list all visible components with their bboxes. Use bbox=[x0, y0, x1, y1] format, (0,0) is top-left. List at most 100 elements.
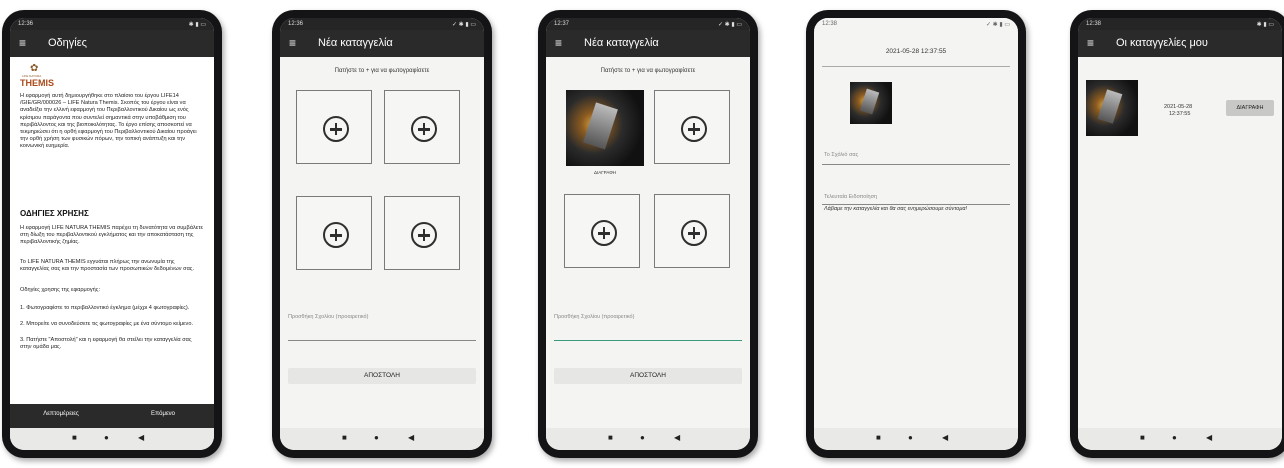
screen: 12:38 ✓ ✱ ▮ ▭ 2021-05-28 12:37:55 Το Σχό… bbox=[814, 18, 1018, 450]
back-icon[interactable]: ◀ bbox=[942, 433, 948, 442]
photo-hint: Πατήστε το + για να φωτογραφίσετε bbox=[600, 68, 696, 74]
back-icon[interactable]: ◀ bbox=[674, 433, 680, 442]
content: ✿ LIFE NATURA THEMIS Η εφαρμογή αυτή δημ… bbox=[10, 57, 214, 428]
nav-bar: ■ ● ◀ bbox=[814, 428, 1018, 450]
page-title: Οι καταγγελίες μου bbox=[1116, 37, 1208, 49]
app-bar: ≡ Οι καταγγελίες μου bbox=[1078, 30, 1282, 57]
back-icon[interactable]: ◀ bbox=[138, 433, 144, 442]
photo-slot[interactable] bbox=[296, 196, 372, 270]
step: 2. Μπορείτε να συνοδεύσετε τις φωτογραφί… bbox=[20, 321, 194, 327]
home-icon[interactable]: ● bbox=[374, 433, 379, 442]
bottom-buttons: Λεπτομέρειες Επόμενο bbox=[10, 404, 214, 428]
plus-icon bbox=[411, 116, 437, 142]
last-update-underline bbox=[822, 204, 1010, 205]
status-time: 12:38 bbox=[1086, 21, 1102, 27]
nav-bar: ■ ● ◀ bbox=[1078, 428, 1282, 450]
logo: ✿ LIFE NATURA THEMIS bbox=[20, 63, 80, 88]
screen: 12:36 ✱ ▮ ▭ ≡ Οδηγίες ✿ LIFE NATURA THEM… bbox=[10, 18, 214, 450]
last-update-label: Τελευταία Ειδοποίηση bbox=[824, 194, 878, 200]
nav-bar: ■ ● ◀ bbox=[546, 428, 750, 450]
report-photo[interactable] bbox=[850, 82, 892, 124]
intro-text: Η εφαρμογή αυτή δημιουργήθηκε στο πλαίσι… bbox=[20, 93, 197, 150]
comment-label: Το Σχόλιό σας bbox=[824, 152, 859, 158]
paragraph: Η εφαρμογή LIFE NATURA THEMIS παρέχει τη… bbox=[20, 225, 203, 246]
screen: 12:38 ✱ ▮ ▭ ≡ Οι καταγγελίες μου 2021-05… bbox=[1078, 18, 1282, 450]
divider bbox=[822, 66, 1010, 67]
screen: 12:37 ✓ ✱ ▮ ▭ ≡ Νέα καταγγελία Πατήστε τ… bbox=[546, 18, 750, 450]
page-title: Νέα καταγγελία bbox=[584, 37, 659, 49]
details-button[interactable]: Λεπτομέρειες bbox=[10, 411, 112, 417]
menu-icon[interactable]: ≡ bbox=[1087, 36, 1094, 50]
recent-apps-icon[interactable]: ■ bbox=[608, 433, 613, 442]
status-time: 12:36 bbox=[18, 21, 34, 27]
photo-thumbnail[interactable] bbox=[566, 90, 644, 166]
photo-slot[interactable] bbox=[654, 194, 730, 268]
report-list-item[interactable]: 2021-05-28 12:37:55 ΔΙΑΓΡΑΦΗ bbox=[1078, 70, 1282, 140]
phone-my-reports: 12:38 ✱ ▮ ▭ ≡ Οι καταγγελίες μου 2021-05… bbox=[1070, 10, 1284, 458]
paragraph: Το LIFE NATURA THEMIS εγγυάται πλήρως τη… bbox=[20, 259, 195, 273]
home-icon[interactable]: ● bbox=[1172, 433, 1177, 442]
app-bar: ≡ Νέα καταγγελία bbox=[546, 30, 750, 57]
logo-text: THEMIS bbox=[20, 78, 55, 88]
photo-slot[interactable] bbox=[564, 194, 640, 268]
report-datetime: 2021-05-28 12:37:55 bbox=[885, 48, 947, 55]
plus-icon bbox=[323, 222, 349, 248]
back-icon[interactable]: ◀ bbox=[408, 433, 414, 442]
plus-icon bbox=[323, 116, 349, 142]
app-bar: ≡ Νέα καταγγελία bbox=[280, 30, 484, 57]
recent-apps-icon[interactable]: ■ bbox=[72, 433, 77, 442]
menu-icon[interactable]: ≡ bbox=[555, 36, 562, 50]
photo-slot[interactable] bbox=[296, 90, 372, 164]
status-bar: 12:36 ✓ ✱ ▮ ▭ bbox=[280, 18, 484, 30]
app-bar: ≡ Οδηγίες bbox=[10, 30, 214, 57]
send-button[interactable]: ΑΠΟΣΤΟΛΗ bbox=[554, 368, 742, 384]
photo-slot[interactable] bbox=[384, 90, 460, 164]
status-icons: ✓ ✱ ▮ ▭ bbox=[985, 22, 1010, 28]
recent-apps-icon[interactable]: ■ bbox=[342, 433, 347, 442]
comment-input[interactable]: Προσθήκη Σχολίου (προαιρετικό) bbox=[288, 314, 368, 320]
photo-slot[interactable] bbox=[384, 196, 460, 270]
report-date: 2021-05-28 bbox=[1164, 104, 1193, 110]
status-bar: 12:38 ✱ ▮ ▭ bbox=[1078, 18, 1282, 30]
comment-underline bbox=[554, 340, 742, 341]
comment-input[interactable]: Προσθήκη Σχολίου (προαιρετικό) bbox=[554, 314, 634, 320]
next-button[interactable]: Επόμενο bbox=[112, 411, 214, 417]
report-time: 12:37:55 bbox=[1169, 111, 1191, 117]
status-icons: ✱ ▮ ▭ bbox=[188, 22, 206, 28]
menu-icon[interactable]: ≡ bbox=[19, 36, 26, 50]
home-icon[interactable]: ● bbox=[104, 433, 109, 442]
status-time: 12:36 bbox=[288, 21, 304, 27]
recent-apps-icon[interactable]: ■ bbox=[1140, 433, 1145, 442]
recent-apps-icon[interactable]: ■ bbox=[876, 433, 881, 442]
photo-slot[interactable] bbox=[654, 90, 730, 164]
deer-icon: ✿ bbox=[30, 63, 39, 74]
last-update-text: Λάβαμε την καταγγελία και θα σας ενημερώ… bbox=[824, 206, 967, 212]
phone-instructions: 12:36 ✱ ▮ ▭ ≡ Οδηγίες ✿ LIFE NATURA THEM… bbox=[2, 10, 222, 458]
status-icons: ✓ ✱ ▮ ▭ bbox=[451, 22, 476, 28]
comment-underline bbox=[288, 340, 476, 341]
report-thumbnail bbox=[1086, 80, 1138, 136]
screen: 12:36 ✓ ✱ ▮ ▭ ≡ Νέα καταγγελία Πατήστε τ… bbox=[280, 18, 484, 450]
home-icon[interactable]: ● bbox=[908, 433, 913, 442]
status-icons: ✓ ✱ ▮ ▭ bbox=[717, 22, 742, 28]
send-button[interactable]: ΑΠΟΣΤΟΛΗ bbox=[288, 368, 476, 384]
menu-icon[interactable]: ≡ bbox=[289, 36, 296, 50]
delete-photo-link[interactable]: ΔΙΑΓΡΑΦΗ bbox=[566, 170, 644, 175]
plus-icon bbox=[591, 220, 617, 246]
delete-button[interactable]: ΔΙΑΓΡΑΦΗ bbox=[1226, 100, 1274, 116]
phone-new-report-with-photo: 12:37 ✓ ✱ ▮ ▭ ≡ Νέα καταγγελία Πατήστε τ… bbox=[538, 10, 758, 458]
step: 1. Φωτογραφίστε το περιβαλλοντικό έγκλημ… bbox=[20, 305, 190, 311]
phone-new-report: 12:36 ✓ ✱ ▮ ▭ ≡ Νέα καταγγελία Πατήστε τ… bbox=[272, 10, 492, 458]
status-bar: 12:37 ✓ ✱ ▮ ▭ bbox=[546, 18, 750, 30]
page-title: Νέα καταγγελία bbox=[318, 37, 393, 49]
plus-icon bbox=[411, 222, 437, 248]
back-icon[interactable]: ◀ bbox=[1206, 433, 1212, 442]
status-time: 12:37 bbox=[554, 21, 570, 27]
nav-bar: ■ ● ◀ bbox=[280, 428, 484, 450]
home-icon[interactable]: ● bbox=[640, 433, 645, 442]
step: 3. Πατήστε "Αποστολή" και η εφαρμογή θα … bbox=[20, 337, 192, 351]
section-title: ΟΔΗΓΙΕΣ ΧΡΗΣΗΣ bbox=[20, 209, 89, 218]
phone-report-detail: 12:38 ✓ ✱ ▮ ▭ 2021-05-28 12:37:55 Το Σχό… bbox=[806, 10, 1026, 458]
comment-underline bbox=[822, 164, 1010, 165]
nav-bar: ■ ● ◀ bbox=[10, 428, 214, 450]
